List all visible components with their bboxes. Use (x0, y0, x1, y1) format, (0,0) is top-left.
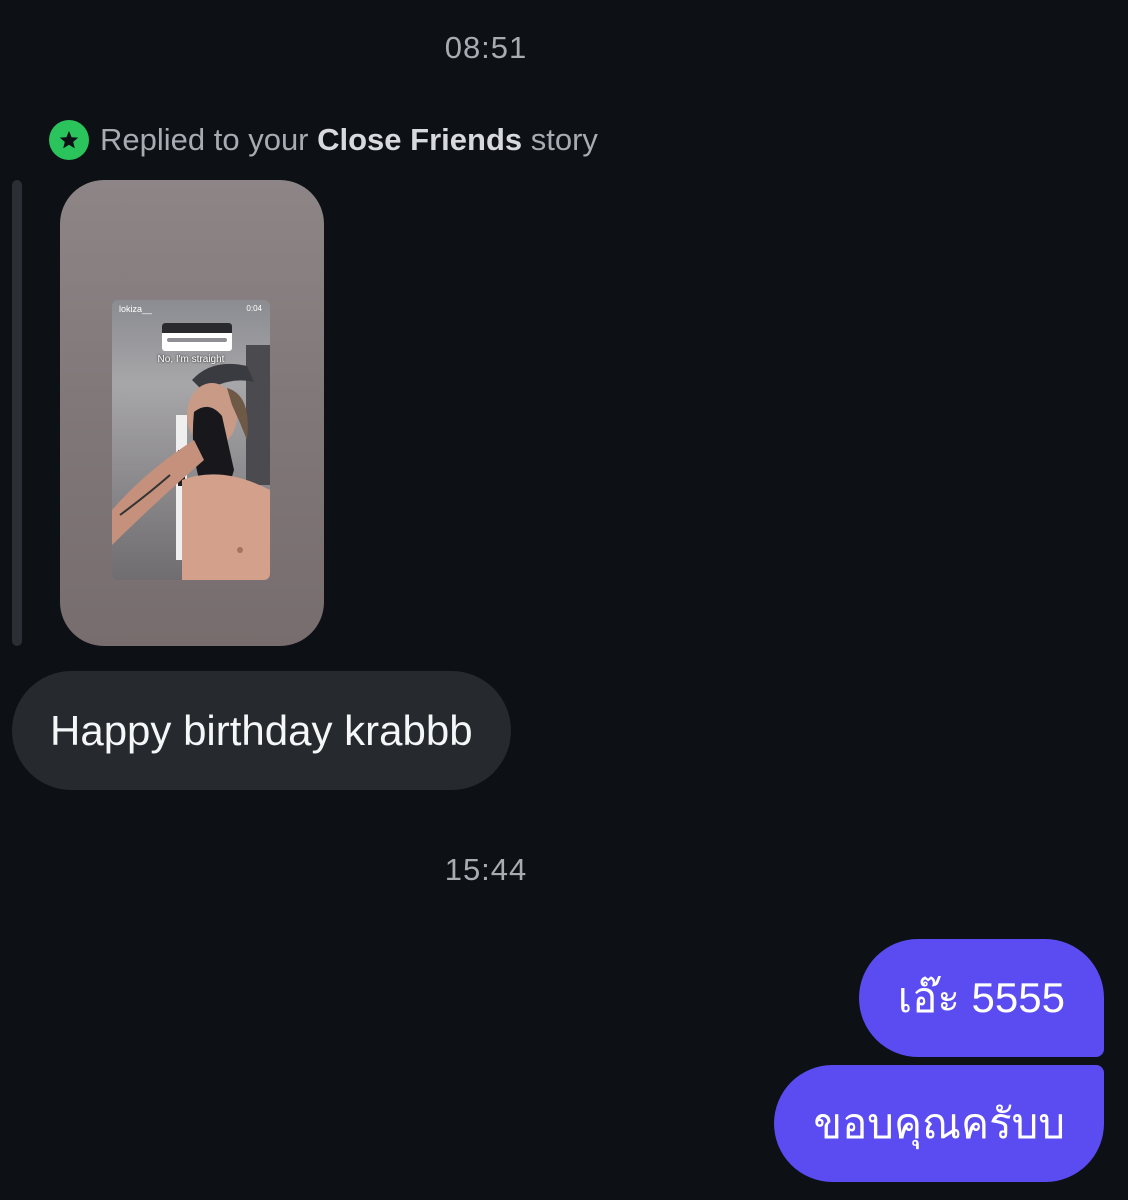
chat-screen: 08:51 Replied to your Close Friends stor… (0, 0, 1128, 1200)
timestamp: 08:51 (444, 30, 528, 65)
close-friends-star-icon (49, 120, 89, 160)
story-username: lokiza__ (119, 304, 153, 314)
incoming-message-bubble[interactable]: Happy birthday krabbb (12, 671, 511, 790)
story-reply-header: Replied to your Close Friends story (49, 120, 598, 160)
story-preview[interactable]: lokiza__ 0:04 No, I'm straight (60, 180, 324, 646)
outgoing-message-bubble[interactable]: ขอบคุณครับบ (774, 1065, 1104, 1182)
story-caption: No, I'm straight (157, 354, 225, 365)
story-thumbnail: lokiza__ 0:04 No, I'm straight (112, 300, 270, 580)
close-friends-label: Close Friends (317, 122, 523, 157)
story-question-sticker (162, 323, 232, 351)
outgoing-message-bubble[interactable]: เอ๊ะ 5555 (858, 939, 1104, 1057)
story-duration: 0:04 (246, 304, 262, 313)
story-reply-label: Replied to your Close Friends story (100, 122, 598, 157)
reply-indicator-bar (12, 180, 22, 646)
timestamp: 15:44 (444, 852, 528, 887)
